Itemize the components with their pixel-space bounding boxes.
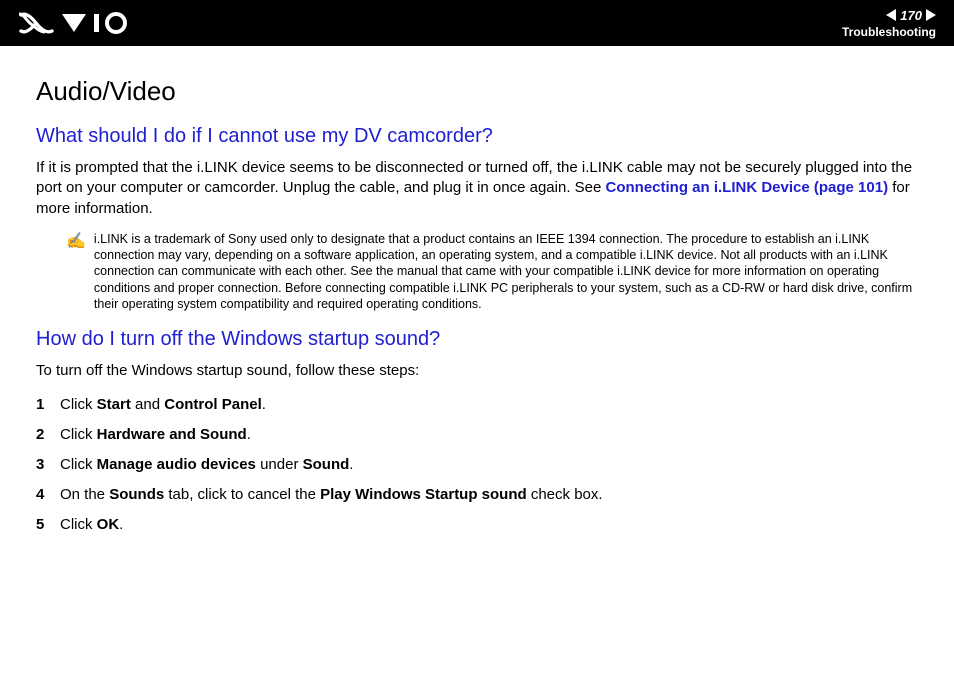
page-number: 170 [900, 8, 922, 23]
step-item: Click OK. [36, 513, 918, 537]
answer-intro: To turn off the Windows startup sound, f… [36, 361, 918, 381]
step-text: Click Manage audio devices under Sound. [60, 453, 353, 477]
note-block: ✍ i.LINK is a trademark of Sony used onl… [66, 231, 918, 312]
note-icon: ✍ [66, 231, 86, 312]
step-item: Click Hardware and Sound. [36, 423, 918, 447]
header-right: 170 Troubleshooting [842, 8, 936, 39]
section-label: Troubleshooting [842, 25, 936, 39]
question-heading-2: How do I turn off the Windows startup so… [36, 328, 918, 351]
answer-paragraph-1: If it is prompted that the i.LINK device… [36, 158, 918, 219]
cross-reference-link[interactable]: Connecting an i.LINK Device (page 101) [606, 179, 889, 196]
page-title: Audio/Video [36, 76, 918, 107]
step-text: Click OK. [60, 513, 123, 537]
content-area: Audio/Video What should I do if I cannot… [0, 46, 954, 563]
header-bar: 170 Troubleshooting [0, 0, 954, 46]
step-item: Click Start and Control Panel. [36, 393, 918, 417]
step-text: Click Hardware and Sound. [60, 423, 251, 447]
step-item: Click Manage audio devices under Sound. [36, 453, 918, 477]
steps-list: Click Start and Control Panel. Click Hard… [36, 393, 918, 537]
prev-page-icon[interactable] [886, 9, 896, 21]
question-heading-1: What should I do if I cannot use my DV c… [36, 125, 918, 148]
next-page-icon[interactable] [926, 9, 936, 21]
step-item: On the Sounds tab, click to cancel the P… [36, 483, 918, 507]
step-text: On the Sounds tab, click to cancel the P… [60, 483, 603, 507]
step-text: Click Start and Control Panel. [60, 393, 266, 417]
page-nav: 170 [886, 8, 936, 23]
note-text: i.LINK is a trademark of Sony used only … [94, 231, 918, 312]
vaio-logo [18, 12, 128, 34]
